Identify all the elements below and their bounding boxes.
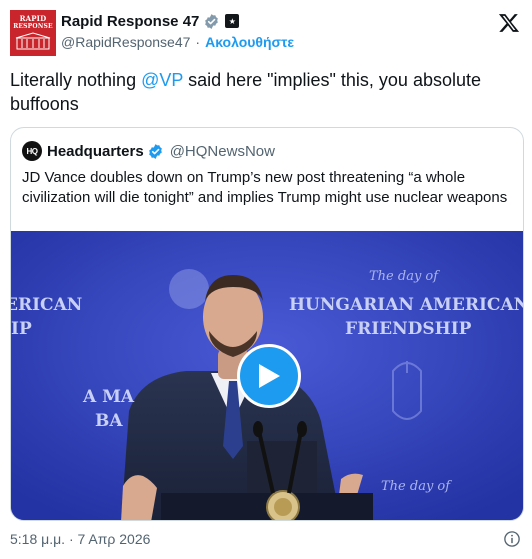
tweet-timestamp[interactable]: 5:18 μ.μ. · 7 Απρ 2026 <box>10 531 150 547</box>
author-name-line: Rapid Response 47 ★ <box>61 11 240 31</box>
author-display-name[interactable]: Rapid Response 47 <box>61 13 199 30</box>
verified-gray-icon[interactable] <box>203 13 220 30</box>
tweet-text: Literally nothing @VP said here "implies… <box>10 68 510 116</box>
banner-left-4: BA <box>95 411 123 431</box>
info-icon[interactable] <box>503 530 521 548</box>
video-media[interactable]: The day of HUNGARIAN AMERICAN FRIENDSHIP… <box>11 231 523 520</box>
quoted-tweet-header: HQ Headquarters @HQNewsNow <box>22 141 275 161</box>
building-icon <box>15 32 51 50</box>
follow-button[interactable]: Ακολουθήστε <box>205 34 294 50</box>
banner-line-1: HUNGARIAN AMERICAN <box>289 295 523 315</box>
quoted-tweet-card[interactable]: HQ Headquarters @HQNewsNow JD Vance doub… <box>10 127 524 521</box>
quoted-handle[interactable]: @HQNewsNow <box>170 143 275 160</box>
play-icon <box>259 364 280 388</box>
quoted-tweet-text: JD Vance doubles down on Trump’s new pos… <box>22 169 508 206</box>
banner-line-2: FRIENDSHIP <box>345 319 472 339</box>
play-button[interactable] <box>237 344 301 408</box>
quoted-display-name[interactable]: Headquarters <box>47 143 144 160</box>
affiliate-badge-icon[interactable]: ★ <box>225 14 240 28</box>
author-handle[interactable]: @RapidResponse47 <box>61 34 190 50</box>
separator: · <box>195 34 201 50</box>
banner-bottom-script: The day of <box>381 479 451 494</box>
tweet-text-part1: Literally nothing <box>10 70 142 90</box>
verified-blue-icon[interactable] <box>147 143 164 160</box>
avatar-logo-text: RAPID RESPONSE <box>13 14 53 31</box>
author-handle-line: @RapidResponse47 · Ακολουθήστε <box>61 34 294 50</box>
tweet-header: RAPID RESPONSE Rapid Response 47 ★ @Rapi… <box>10 10 522 56</box>
mention-link[interactable]: @VP <box>141 70 183 90</box>
banner-script-text: The day of <box>369 269 439 284</box>
banner-left-2: IP <box>11 319 32 339</box>
quoted-avatar[interactable]: HQ <box>22 141 42 161</box>
avatar[interactable]: RAPID RESPONSE <box>10 10 56 56</box>
banner-left-1: ERICAN <box>11 295 83 315</box>
banner-left-3: A MA <box>83 387 135 407</box>
x-logo-icon[interactable] <box>498 12 520 34</box>
